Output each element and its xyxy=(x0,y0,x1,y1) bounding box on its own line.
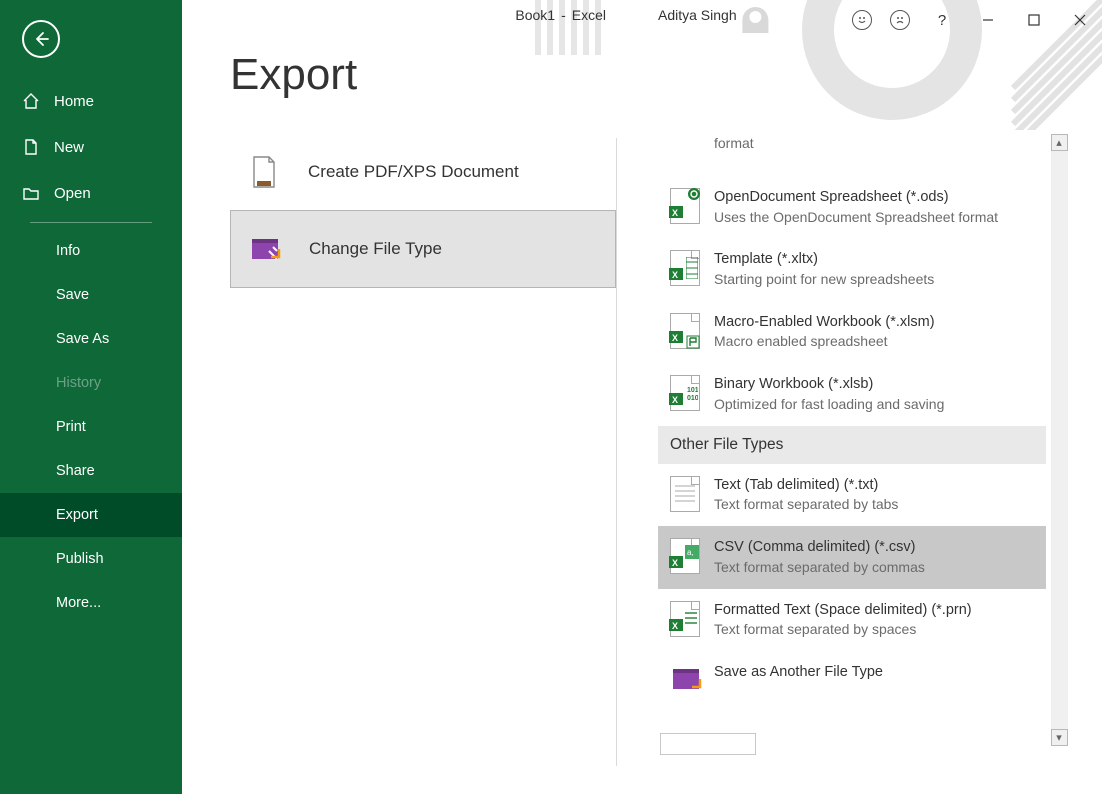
user-name: Aditya Singh xyxy=(658,7,737,33)
nav-export[interactable]: Export xyxy=(0,493,182,537)
txt-icon xyxy=(670,476,700,512)
vertical-divider xyxy=(616,138,617,766)
csv-desc: Text format separated by commas xyxy=(714,558,1034,577)
file-type-csv[interactable]: Xa, CSV (Comma delimited) (*.csv) Text f… xyxy=(658,526,1046,588)
user-avatar-icon[interactable] xyxy=(743,7,769,33)
export-option-change-label: Change File Type xyxy=(309,239,442,259)
home-icon xyxy=(22,92,40,110)
svg-text:X: X xyxy=(672,333,678,343)
svg-text:101: 101 xyxy=(687,387,698,394)
scroll-down-button[interactable]: ▾ xyxy=(1051,729,1068,746)
app-name: Excel xyxy=(572,7,606,33)
export-options-list: Create PDF/XPS Document Change File Type xyxy=(230,134,616,288)
file-type-xltx[interactable]: X Template (*.xltx) Starting point for n… xyxy=(658,238,1046,300)
svg-text:X: X xyxy=(672,558,678,568)
file-type-txt[interactable]: Text (Tab delimited) (*.txt) Text format… xyxy=(658,464,1046,526)
nav-saveas[interactable]: Save As xyxy=(0,317,182,361)
title-bar: Book1 - Excel Aditya Singh ? xyxy=(182,0,1102,40)
export-option-pdf[interactable]: Create PDF/XPS Document xyxy=(230,134,616,210)
new-icon xyxy=(22,138,40,156)
nav-publish[interactable]: Publish xyxy=(0,537,182,581)
open-icon xyxy=(22,184,40,202)
nav-share[interactable]: Share xyxy=(0,449,182,493)
dash: - xyxy=(561,7,566,33)
svg-text:X: X xyxy=(672,208,678,218)
export-option-pdf-label: Create PDF/XPS Document xyxy=(308,162,519,182)
export-option-change-file-type[interactable]: Change File Type xyxy=(230,210,616,288)
main-content: Export Create PDF/XPS Document Change Fi… xyxy=(182,0,1102,794)
svg-text:010: 010 xyxy=(687,395,698,402)
page-title: Export xyxy=(230,50,1102,100)
xlsm-title: Macro-Enabled Workbook (*.xlsm) xyxy=(714,313,1034,333)
prn-title: Formatted Text (Space delimited) (*.prn) xyxy=(714,601,1034,621)
svg-text:X: X xyxy=(672,270,678,280)
file-type-prn[interactable]: X Formatted Text (Space delimited) (*.pr… xyxy=(658,589,1046,651)
file-type-panel: format X OpenDocument Spreadsheet (*.ods… xyxy=(658,134,1046,762)
ods-title: OpenDocument Spreadsheet (*.ods) xyxy=(714,188,1034,208)
nav-more[interactable]: More... xyxy=(0,581,182,625)
nav-print[interactable]: Print xyxy=(0,405,182,449)
file-type-another[interactable]: Save as Another File Type xyxy=(658,651,1046,699)
nav-info[interactable]: Info xyxy=(0,229,182,273)
svg-text:X: X xyxy=(672,395,678,405)
xltx-icon: X xyxy=(670,250,700,286)
svg-text:X: X xyxy=(672,621,678,631)
xlsm-desc: Macro enabled spreadsheet xyxy=(714,332,1034,351)
txt-title: Text (Tab delimited) (*.txt) xyxy=(714,476,1034,496)
txt-desc: Text format separated by tabs xyxy=(714,495,1034,514)
file-type-xlsb[interactable]: X 101010 Binary Workbook (*.xlsb) Optimiz… xyxy=(658,363,1046,425)
section-other-file-types: Other File Types xyxy=(658,426,1046,464)
doc-name: Book1 xyxy=(515,7,555,33)
nav-new-label: New xyxy=(54,139,84,156)
csv-title: CSV (Comma delimited) (*.csv) xyxy=(714,538,1034,558)
ods-icon: X xyxy=(670,188,700,224)
xltx-title: Template (*.xltx) xyxy=(714,250,1034,270)
minimize-button[interactable] xyxy=(974,6,1002,34)
xlsb-desc: Optimized for fast loading and saving xyxy=(714,395,1034,414)
csv-icon: Xa, xyxy=(670,538,700,574)
feedback-smile-icon[interactable] xyxy=(852,10,872,30)
another-title: Save as Another File Type xyxy=(714,663,1034,683)
nav-open-label: Open xyxy=(54,185,91,202)
back-button[interactable] xyxy=(22,20,60,58)
prn-desc: Text format separated by spaces xyxy=(714,620,1034,639)
nav-history: History xyxy=(0,361,182,405)
svg-text:a,: a, xyxy=(687,548,694,557)
file-type-xlsm[interactable]: X Macro-Enabled Workbook (*.xlsm) Macro … xyxy=(658,301,1046,363)
help-button[interactable]: ? xyxy=(928,6,956,34)
nav-save[interactable]: Save xyxy=(0,273,182,317)
change-file-type-icon xyxy=(249,231,281,267)
xlsb-icon: X 101010 xyxy=(670,375,700,411)
nav-open[interactable]: Open xyxy=(0,170,182,216)
maximize-button[interactable] xyxy=(1020,6,1048,34)
nav-new[interactable]: New xyxy=(0,124,182,170)
xlsb-title: Binary Workbook (*.xlsb) xyxy=(714,375,1034,395)
file-type-ods[interactable]: X OpenDocument Spreadsheet (*.ods) Uses … xyxy=(658,176,1046,238)
scroll-track[interactable] xyxy=(1051,151,1068,729)
nav-home[interactable]: Home xyxy=(0,78,182,124)
another-file-type-icon xyxy=(670,663,700,699)
nav-home-label: Home xyxy=(54,93,94,110)
file-type-partial-top[interactable]: format xyxy=(658,134,1046,176)
xlsm-icon: X xyxy=(670,313,700,349)
prn-icon: X xyxy=(670,601,700,637)
xltx-desc: Starting point for new spreadsheets xyxy=(714,270,1034,289)
feedback-frown-icon[interactable] xyxy=(890,10,910,30)
pdf-icon xyxy=(248,154,280,190)
scrollbar[interactable]: ▴ ▾ xyxy=(1050,134,1068,746)
close-button[interactable] xyxy=(1066,6,1094,34)
backstage-sidebar: Home New Open Info Save Save As History … xyxy=(0,0,182,794)
save-as-button-cutoff[interactable] xyxy=(660,733,756,755)
ods-desc: Uses the OpenDocument Spreadsheet format xyxy=(714,208,1034,227)
scroll-up-button[interactable]: ▴ xyxy=(1051,134,1068,151)
